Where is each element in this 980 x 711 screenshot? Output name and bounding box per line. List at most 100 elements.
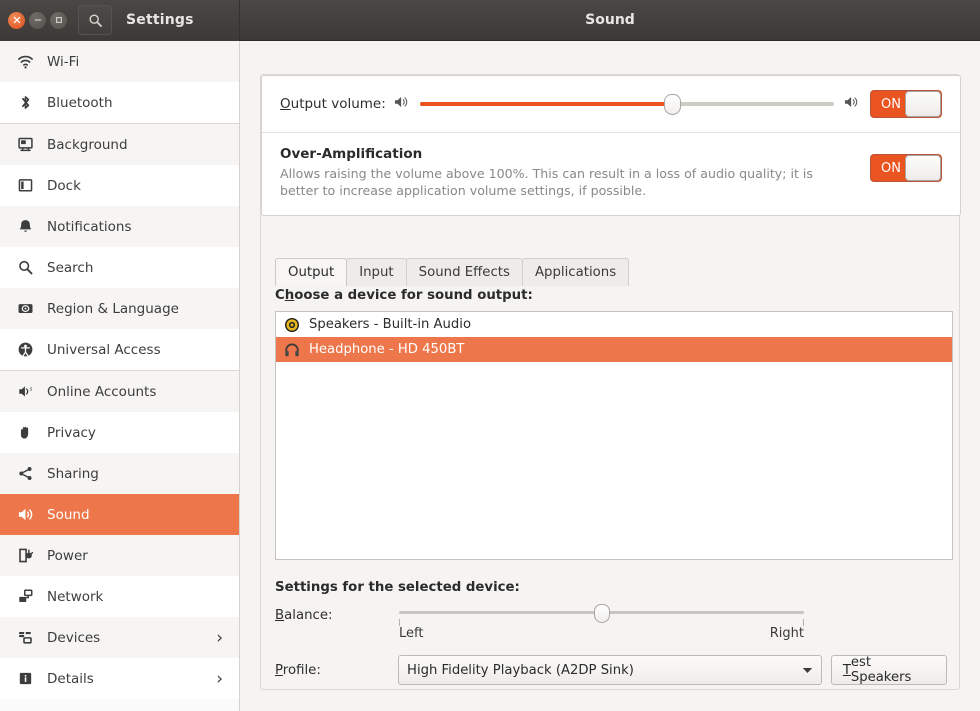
- balance-end-labels: Left Right: [399, 626, 804, 641]
- output-volume-label-mnemonic: O: [280, 96, 291, 112]
- over-amplification-description: Allows raising the volume above 100%. Th…: [280, 166, 813, 199]
- chevron-down-icon: [802, 663, 813, 678]
- wifi-icon: [14, 52, 36, 72]
- sound-panel: Output volume: ON Over-Amplification All…: [260, 74, 961, 690]
- tab-input[interactable]: Input: [346, 258, 407, 286]
- toggle-knob: [905, 91, 941, 117]
- profile-label-mnemonic: P: [275, 662, 283, 678]
- sidebar-item-label: Power: [47, 547, 88, 564]
- headphone-device-icon: [282, 341, 302, 359]
- tab-output[interactable]: Output: [275, 258, 348, 286]
- profile-row: Profile: High Fidelity Playback (A2DP Si…: [275, 655, 947, 685]
- power-plug-icon: [14, 546, 36, 566]
- chevron-right-icon: ›: [216, 627, 223, 648]
- tab-sound-effects[interactable]: Sound Effects: [405, 258, 523, 286]
- sidebar-item-label: Devices: [47, 629, 101, 646]
- sidebar-item-sharing[interactable]: Sharing: [0, 453, 239, 494]
- test-speakers-button[interactable]: Test Speakers: [830, 655, 947, 685]
- hand-icon: [14, 423, 36, 443]
- output-tab-panel: Choose a device for sound output: Speake…: [275, 288, 953, 685]
- output-volume-slider[interactable]: [419, 94, 834, 115]
- sidebar-item-label: Background: [47, 136, 128, 153]
- over-amplification-title: Over-Amplification: [280, 146, 423, 162]
- sidebar-item-label: Details: [47, 670, 94, 687]
- output-volume-toggle[interactable]: ON: [870, 90, 942, 118]
- device-label-mnemonic: h: [284, 288, 295, 303]
- device-name: Headphone - HD 450BT: [309, 342, 465, 357]
- sidebar-item-dock[interactable]: Dock: [0, 165, 239, 206]
- sidebar-item-region-language[interactable]: Region & Language: [0, 288, 239, 329]
- main-content: Output volume: ON Over-Amplification All…: [240, 41, 980, 711]
- sidebar-item-universal-access[interactable]: Universal Access: [0, 329, 239, 370]
- sidebar-item-label: Online Accounts: [47, 383, 157, 400]
- device-list-item[interactable]: Headphone - HD 450BT: [276, 337, 952, 362]
- search-icon: [14, 258, 36, 278]
- sound-tabs: Output Input Sound Effects Applications: [275, 258, 630, 286]
- title-bar-left: Settings: [0, 0, 240, 41]
- profile-selected-option: High Fidelity Playback (A2DP Sink): [407, 662, 634, 678]
- balance-tick-left: [399, 619, 400, 626]
- profile-dropdown[interactable]: High Fidelity Playback (A2DP Sink): [398, 655, 822, 685]
- sidebar-item-notifications[interactable]: Notifications: [0, 206, 239, 247]
- output-volume-label: Output volume:: [280, 96, 386, 112]
- window-title: Sound: [585, 12, 635, 28]
- sidebar-item-online-accounts[interactable]: s Online Accounts: [0, 371, 239, 412]
- sidebar-item-sound[interactable]: Sound: [0, 494, 239, 535]
- balance-label: Balance:: [275, 604, 399, 623]
- output-volume-row: Output volume: ON: [262, 76, 960, 132]
- background-icon: [14, 135, 36, 155]
- toggle-knob: [905, 155, 941, 181]
- device-label-rest: oose a device for sound output:: [294, 288, 533, 303]
- volume-low-icon: [394, 95, 410, 113]
- search-icon: [88, 13, 102, 27]
- tab-label: Input: [359, 265, 394, 280]
- sidebar-item-label: Dock: [47, 177, 81, 194]
- tab-label: Output: [288, 265, 335, 280]
- close-icon[interactable]: [8, 11, 25, 29]
- dock-icon: [14, 176, 36, 196]
- accessibility-icon: [14, 340, 36, 360]
- maximize-icon[interactable]: [50, 11, 67, 29]
- tab-applications[interactable]: Applications: [521, 258, 630, 286]
- bell-icon: [14, 217, 36, 237]
- volume-high-icon: [844, 95, 860, 113]
- sidebar-item-background[interactable]: Background: [0, 124, 239, 165]
- sidebar-item-wi-fi[interactable]: Wi-Fi: [0, 41, 239, 82]
- chevron-right-icon: ›: [216, 668, 223, 689]
- sidebar-item-bluetooth[interactable]: Bluetooth: [0, 82, 239, 123]
- sidebar-item-privacy[interactable]: Privacy: [0, 412, 239, 453]
- device-name: Speakers - Built-in Audio: [309, 317, 472, 332]
- balance-row: Balance: Left Right: [275, 604, 947, 641]
- volume-slider-handle[interactable]: [664, 94, 682, 115]
- sidebar: Wi-Fi Bluetooth Background Dock Notification…: [0, 41, 240, 711]
- sidebar-item-power[interactable]: Power: [0, 535, 239, 576]
- output-device-list[interactable]: Speakers - Built-in Audio Headphone - HD …: [275, 311, 953, 560]
- over-amplification-row: Over-Amplification Allows raising the vo…: [262, 133, 960, 215]
- sidebar-item-label: Region & Language: [47, 300, 179, 317]
- balance-slider-handle[interactable]: [593, 604, 610, 623]
- device-section-label: Choose a device for sound output:: [275, 288, 947, 303]
- search-button[interactable]: [78, 5, 112, 35]
- sidebar-item-label: Universal Access: [47, 341, 161, 358]
- balance-label-mnemonic: B: [275, 608, 285, 623]
- test-speakers-rest: est Speakers: [850, 655, 912, 685]
- sidebar-item-network[interactable]: Network: [0, 576, 239, 617]
- device-list-item[interactable]: Speakers - Built-in Audio: [276, 312, 952, 337]
- over-amplification-toggle[interactable]: ON: [870, 154, 942, 182]
- online-accounts-icon: s: [14, 382, 36, 402]
- minimize-icon[interactable]: [29, 11, 46, 29]
- devices-icon: [14, 628, 36, 648]
- svg-text:s: s: [29, 387, 32, 393]
- window-controls: [0, 11, 67, 29]
- volume-slider-fill: [419, 102, 673, 106]
- title-bar-right: Sound: [240, 0, 980, 41]
- sidebar-item-search[interactable]: Search: [0, 247, 239, 288]
- device-label-pre: C: [275, 288, 285, 303]
- title-bar: Settings Sound: [0, 0, 980, 41]
- sidebar-item-label: Sharing: [47, 465, 99, 482]
- test-speakers-mnemonic: T: [842, 662, 851, 678]
- sidebar-item-label: Sound: [47, 506, 90, 523]
- balance-left-label: Left: [399, 626, 424, 641]
- sidebar-item-devices[interactable]: Devices ›: [0, 617, 239, 658]
- sidebar-item-details[interactable]: Details ›: [0, 658, 239, 699]
